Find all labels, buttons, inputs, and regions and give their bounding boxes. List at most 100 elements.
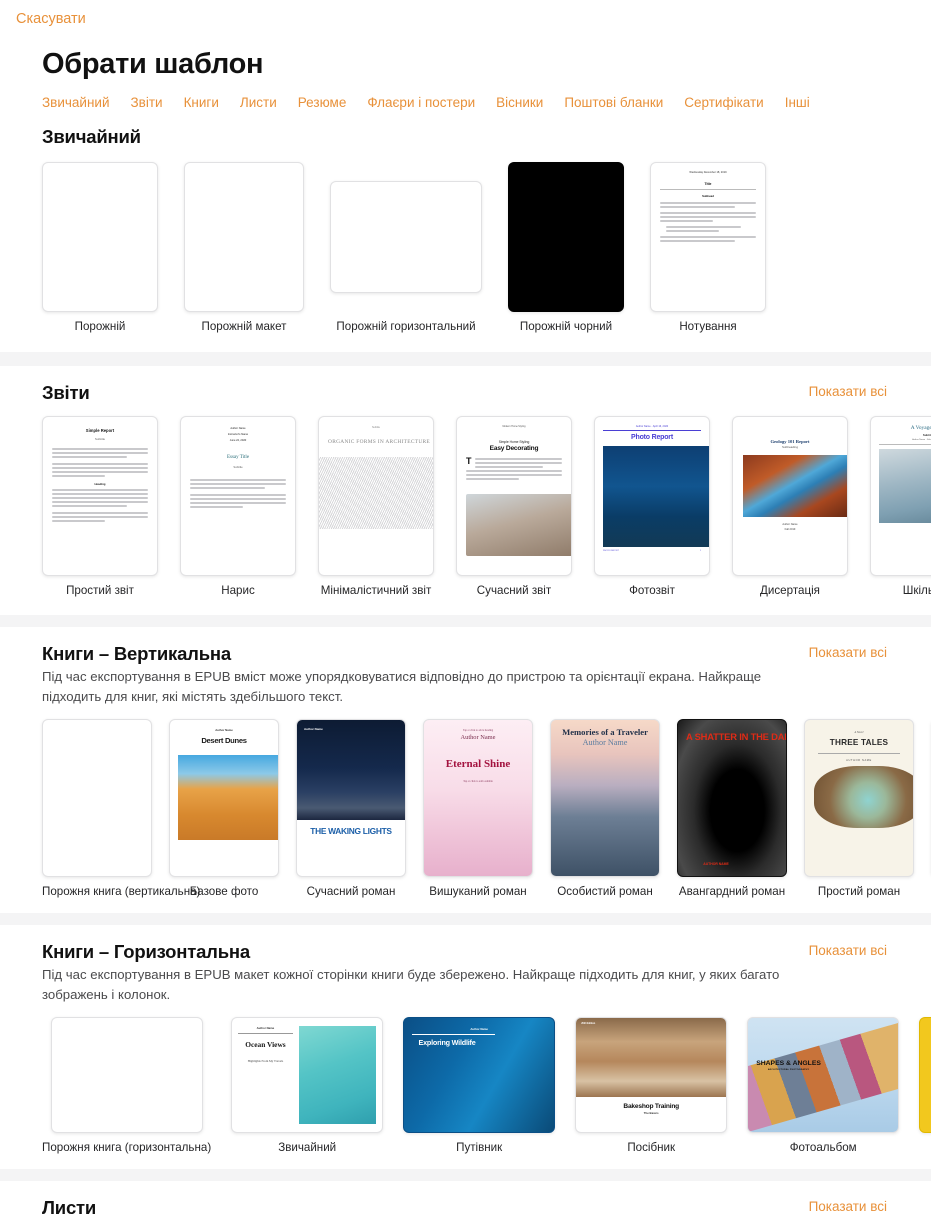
template-card-voyage[interactable]: A Voyage to the Subtitle Author Name · F… <box>870 416 931 598</box>
show-all-button-books-vertical[interactable]: Показати всі <box>809 645 887 660</box>
template-thumbnail[interactable] <box>50 1017 203 1134</box>
template-thumbnail[interactable]: Wednesday December 18, 2019 Title Subhea… <box>650 162 766 312</box>
template-thumbnail[interactable]: Author Name · April 16, 2020 Photo Repor… <box>594 416 710 577</box>
template-row-basic: Порожній Порожній макет Порожній горизон… <box>0 162 931 334</box>
template-caption: Путівник <box>456 1141 503 1155</box>
template-thumbnail[interactable]: Memories of a Traveler Author Name <box>550 718 660 877</box>
category-tab-knygy[interactable]: Книги <box>184 95 219 110</box>
template-caption: Порожня книга (горизонтальна) <box>42 1141 212 1155</box>
template-card-blank-layout[interactable]: Порожній макет <box>184 162 304 334</box>
section-divider-band <box>0 913 931 926</box>
thumb-heading: Exploring Wildlife <box>418 1037 476 1047</box>
thumb-heading: Eternal Shine <box>445 757 511 770</box>
thumb-heading: A SHATTER IN THE DARK <box>686 730 787 742</box>
thumb-meta: Author Name · April 16, 2020 <box>635 425 669 429</box>
thumb-heading: ORGANIC FORMS IN ARCHITECTURE <box>328 439 430 446</box>
template-thumbnail[interactable]: A Voyage to the Subtitle Author Name · F… <box>870 416 931 577</box>
thumb-meta: Author Name <box>256 1026 275 1031</box>
section-header: Книги – Вертикальна Під час експортуванн… <box>0 627 931 707</box>
template-card-photo-report[interactable]: Author Name · April 16, 2020 Photo Repor… <box>594 416 710 598</box>
section-description: Під час експортування в EPUB вміст може … <box>42 668 762 704</box>
category-tab-flaery[interactable]: Флаєри і постери <box>367 95 475 110</box>
template-card-essay[interactable]: Author Name Instructor's Name June 24, 2… <box>180 416 296 598</box>
template-thumbnail[interactable]: Author Name THE WAKING LIGHTS <box>296 718 406 877</box>
template-card-desert-dunes[interactable]: Author Name Desert Dunes Базове фото <box>169 718 279 899</box>
template-card-shapes-angles[interactable]: SHAPES & ANGLES ARCHITECTURAL PHOTOGRAPH… <box>747 1017 900 1155</box>
category-tab-zviti[interactable]: Звіти <box>131 95 163 110</box>
template-thumbnail[interactable]: Subtitle ORGANIC FORMS IN ARCHITECTURE <box>318 416 434 577</box>
section-header: Листи Показати всі <box>0 1181 931 1218</box>
template-thumbnail[interactable]: Simple Report Subtitle Heading <box>42 416 158 577</box>
category-tab-lysty[interactable]: Листи <box>240 95 277 110</box>
section-title: Звіти <box>42 382 90 404</box>
template-card-notes[interactable]: Wednesday December 18, 2019 Title Subhea… <box>650 162 766 334</box>
template-thumbnail[interactable]: 2024 Edition Bakeshop Training The Basic… <box>575 1017 728 1134</box>
template-card-shatter[interactable]: A SHATTER IN THE DARK AUTHOR NAME Аванга… <box>677 718 787 899</box>
template-card-blank-black[interactable]: Порожній чорний <box>508 162 624 334</box>
thumb-heading: Memories of a Traveler <box>562 726 648 737</box>
thumb-artwork <box>466 494 571 557</box>
thumb-heading: A Voyage to the <box>910 425 931 432</box>
template-thumbnail[interactable]: Recipes Soup by Author Stew Recipes <box>919 1017 931 1134</box>
template-thumbnail[interactable] <box>330 181 482 293</box>
template-card-recipes[interactable]: Recipes Soup by Author Stew Recipes Кулі… <box>919 1017 931 1155</box>
category-tab-sertyfikaty[interactable]: Сертифікати <box>684 95 763 110</box>
template-card-thesis[interactable]: Geology 101 Report Subheading Author Nam… <box>732 416 848 598</box>
template-thumbnail[interactable]: SHAPES & ANGLES ARCHITECTURAL PHOTOGRAPH… <box>747 1017 900 1134</box>
thumb-artwork <box>178 754 278 840</box>
template-thumbnail[interactable]: Tap or click to add a heading Author Nam… <box>423 718 533 877</box>
show-all-button-books-horizontal[interactable]: Показати всі <box>809 943 887 958</box>
section-title: Книги – Горизонтальна <box>42 941 250 963</box>
section-reports: Звіти Показати всі Simple Report Subtitl… <box>0 366 931 627</box>
thumb-artwork <box>319 457 433 530</box>
template-thumbnail[interactable]: A Novel THREE TALES AUTHOR NAME <box>804 718 914 877</box>
thumb-subheading: Tap or click to add a subtitle <box>463 779 493 783</box>
thumb-heading: SHAPES & ANGLES <box>756 1060 821 1068</box>
template-card-simple-report[interactable]: Simple Report Subtitle Heading Простий з… <box>42 416 158 598</box>
template-thumbnail[interactable]: Author Name Exploring Wildlife <box>403 1017 556 1134</box>
section-basic: Звичайний Порожній Порожній макет Порожн… <box>0 110 931 367</box>
template-card-book-blank-land[interactable]: Порожня книга (горизонтальна) <box>42 1017 211 1155</box>
template-thumbnail[interactable] <box>184 162 304 312</box>
template-card-bakeshop[interactable]: 2024 Edition Bakeshop Training The Basic… <box>575 1017 728 1155</box>
category-tab-zvychainyi[interactable]: Звичайний <box>42 95 110 110</box>
template-card-blank-landscape[interactable]: Порожній горизонтальний <box>330 162 482 334</box>
category-tab-poshtovi[interactable]: Поштові бланки <box>564 95 663 110</box>
template-caption: Дисертація <box>760 584 820 598</box>
template-thumbnail[interactable]: A SHATTER IN THE DARK AUTHOR NAME <box>677 718 787 877</box>
section-divider-band <box>0 614 931 627</box>
template-card-modern-report[interactable]: Modern Home Styling Simple Home Styling … <box>456 416 572 598</box>
thumb-subheading: The Basics <box>643 1110 659 1115</box>
template-thumbnail[interactable]: Author Name Ocean Views Highlights From … <box>231 1017 384 1134</box>
thumb-subheading: Subtitle <box>922 433 931 438</box>
template-thumbnail[interactable] <box>42 162 158 312</box>
show-all-button-reports[interactable]: Показати всі <box>809 384 887 399</box>
category-tab-inshi[interactable]: Інші <box>785 95 810 110</box>
section-title: Листи <box>42 1197 97 1218</box>
template-thumbnail[interactable] <box>42 718 152 877</box>
template-caption: Звичайний <box>278 1141 337 1155</box>
template-card-three-tales[interactable]: A Novel THREE TALES AUTHOR NAME Простий … <box>804 718 914 899</box>
template-card-book-blank[interactable]: Порожня книга (вертикальна) <box>42 718 200 899</box>
template-card-blank[interactable]: Порожній <box>42 162 158 334</box>
template-card-waking-lights[interactable]: Author Name THE WAKING LIGHTS Сучасний р… <box>296 718 406 899</box>
category-tab-visnyky[interactable]: Вісники <box>496 95 543 110</box>
thumb-meta: 2024 Edition <box>581 1022 596 1026</box>
template-card-ocean-views[interactable]: Author Name Ocean Views Highlights From … <box>231 1017 384 1155</box>
template-card-exploring-wildlife[interactable]: Author Name Exploring Wildlife Путівник <box>403 1017 556 1155</box>
template-card-eternal-shine[interactable]: Tap or click to add a heading Author Nam… <box>423 718 533 899</box>
template-thumbnail[interactable] <box>508 162 624 312</box>
category-nav[interactable]: Звичайний Звіти Книги Листи Резюме Флаєр… <box>42 95 931 110</box>
category-tab-rezume[interactable]: Резюме <box>298 95 347 110</box>
cancel-button[interactable]: Скасувати <box>16 11 86 27</box>
template-thumbnail[interactable]: Geology 101 Report Subheading Author Nam… <box>732 416 848 577</box>
template-thumbnail[interactable]: Author Name Desert Dunes <box>169 718 279 877</box>
section-books-vertical: Книги – Вертикальна Під час експортуванн… <box>0 626 931 926</box>
template-thumbnail[interactable]: Modern Home Styling Simple Home Styling … <box>456 416 572 577</box>
template-card-minimal-report[interactable]: Subtitle ORGANIC FORMS IN ARCHITECTURE М… <box>318 416 434 598</box>
template-card-memories[interactable]: Memories of a Traveler Author Name Особи… <box>550 718 660 899</box>
section-header: Звичайний <box>0 110 931 148</box>
show-all-button-letters[interactable]: Показати всі <box>809 1199 887 1214</box>
template-thumbnail[interactable]: Author Name Instructor's Name June 24, 2… <box>180 416 296 577</box>
thumb-heading: Essay Title <box>226 455 250 461</box>
